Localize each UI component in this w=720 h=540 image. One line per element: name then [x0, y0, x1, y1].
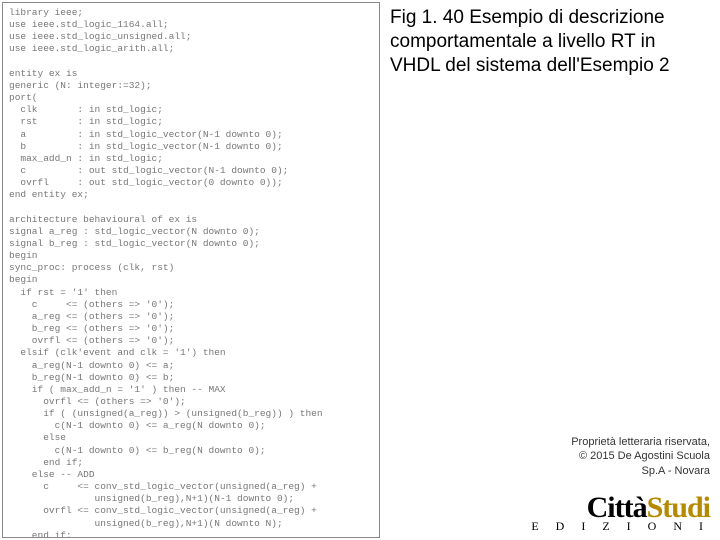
copyright-line: Sp.A - Novara — [490, 464, 710, 478]
logo-brand: CittàStudi — [500, 494, 710, 521]
vhdl-source: library ieee; use ieee.std_logic_1164.al… — [9, 7, 373, 538]
publisher-logo: CittàStudi E D I Z I O N I — [500, 494, 710, 534]
copyright-line: Proprietà letteraria riservata, — [490, 435, 710, 449]
figure-caption: Fig 1. 40 Esempio di descrizione comport… — [390, 6, 710, 77]
code-block: library ieee; use ieee.std_logic_1164.al… — [2, 2, 380, 538]
copyright-line: © 2015 De Agostini Scuola — [490, 449, 710, 463]
logo-subtitle: E D I Z I O N I — [500, 519, 710, 534]
copyright-notice: Proprietà letteraria riservata, © 2015 D… — [490, 435, 710, 478]
